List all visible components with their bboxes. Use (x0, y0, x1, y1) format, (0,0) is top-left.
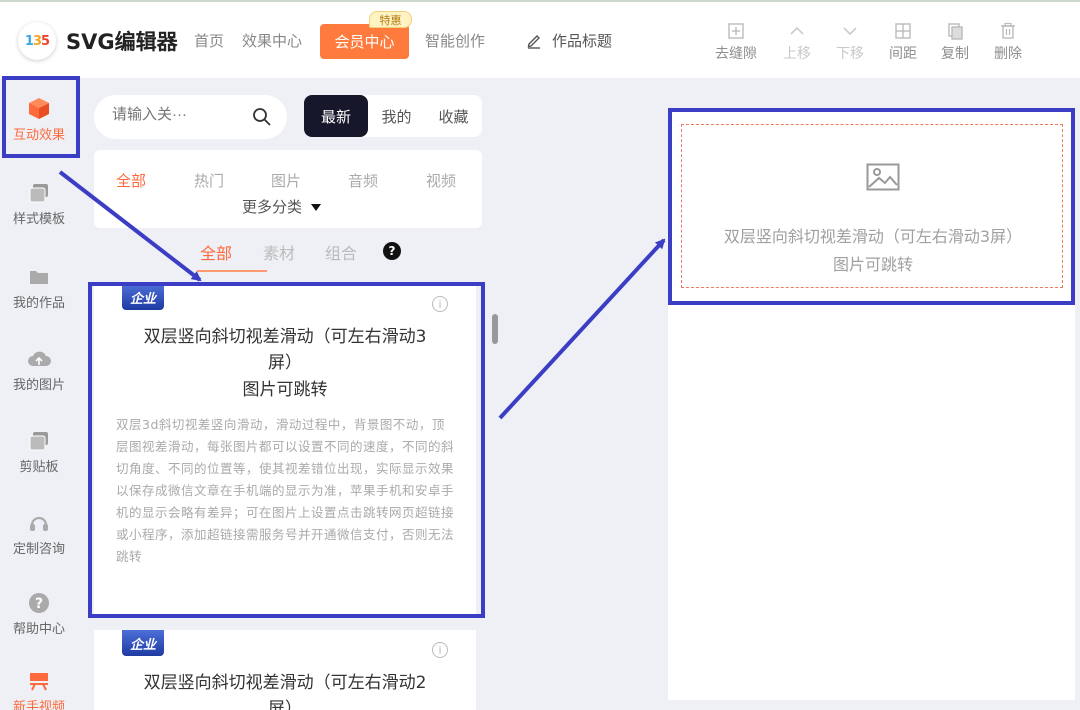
chevron-up-icon (790, 26, 804, 35)
cat-audio[interactable]: 音频 (348, 170, 378, 191)
work-title-label: 作品标题 (552, 32, 613, 50)
move-down-button[interactable]: 下移 (822, 22, 878, 63)
chevron-down-icon (843, 27, 857, 36)
left-sidebar: 互动效果 样式模板 我的作品 我的图片 剪贴板 定制咨询 ? 帮助中心 新手视频 (0, 78, 78, 710)
help-question-icon[interactable]: ? (383, 242, 401, 260)
highlight-box-canvas (668, 108, 1075, 305)
copy-icon (948, 23, 963, 40)
sub-tabs: 全部 素材 组合 ? (94, 230, 482, 272)
more-categories-dropdown[interactable]: 更多分类 (242, 196, 322, 217)
sidebar-item-tutorial-video[interactable]: 新手视频 (0, 670, 78, 710)
work-title-edit[interactable]: 作品标题 (526, 30, 612, 51)
template-icon (29, 184, 48, 203)
vip-discount-badge: 特惠 (369, 11, 412, 28)
seg-latest[interactable]: 最新 (304, 95, 368, 137)
caret-down-icon (311, 203, 322, 211)
nav-vip-button[interactable]: 会员中心 (320, 24, 409, 59)
nav-effects[interactable]: 效果中心 (242, 30, 302, 51)
sidebar-item-templates[interactable]: 样式模板 (0, 182, 78, 227)
info-icon[interactable]: i (432, 642, 448, 658)
top-bar: 135 SVG编辑器 首页 效果中心 会员中心 特惠 智能创作 作品标题 去缝隙… (0, 0, 1080, 78)
highlight-box-sidebar (2, 76, 80, 158)
enterprise-badge: 企业 (122, 630, 164, 656)
search-icon[interactable] (252, 107, 272, 127)
help-icon: ? (29, 593, 49, 613)
copy-button[interactable]: 复制 (927, 22, 983, 63)
search-box (94, 95, 287, 139)
seg-favorites[interactable]: 收藏 (425, 95, 482, 137)
sidebar-item-my-images[interactable]: 我的图片 (0, 348, 78, 393)
cloud-upload-icon (28, 351, 51, 366)
clipboard-icon (29, 432, 48, 451)
cat-image[interactable]: 图片 (271, 170, 301, 191)
active-tab-underline (197, 270, 267, 272)
subtab-combos[interactable]: 组合 (325, 240, 357, 264)
move-up-button[interactable]: 上移 (769, 22, 825, 63)
trash-icon (1001, 22, 1015, 39)
card-title-line: 屏） (268, 699, 302, 710)
delete-button[interactable]: 删除 (980, 22, 1036, 63)
cat-all[interactable]: 全部 (116, 170, 146, 191)
plus-square-icon (728, 23, 744, 39)
panel-scrollbar[interactable] (492, 314, 498, 344)
category-filter: 全部 热门 图片 音频 视频 更多分类 (94, 150, 482, 228)
spacing-button[interactable]: 间距 (875, 22, 931, 63)
app-logo[interactable]: 135 (18, 22, 56, 60)
arrow-card-to-canvas (498, 238, 666, 420)
search-input[interactable] (112, 106, 242, 123)
nav-home[interactable]: 首页 (194, 30, 224, 51)
headset-icon (30, 516, 48, 531)
pencil-icon (527, 34, 540, 49)
nav-smart-create[interactable]: 智能创作 (425, 30, 485, 51)
sidebar-item-consulting[interactable]: 定制咨询 (0, 512, 78, 557)
cat-video[interactable]: 视频 (426, 170, 456, 191)
app-name: SVG编辑器 (66, 30, 178, 54)
effect-card[interactable]: 企业 i 双层竖向斜切视差滑动（可左右滑动2 屏） (94, 630, 476, 710)
sort-segmented-control: 最新 我的 收藏 (304, 95, 482, 137)
subtab-all[interactable]: 全部 (200, 240, 232, 264)
video-icon (30, 673, 48, 691)
remove-gap-button[interactable]: 去缝隙 (708, 22, 764, 63)
highlight-box-card (88, 282, 485, 618)
sidebar-item-help[interactable]: ? 帮助中心 (0, 592, 78, 637)
sidebar-item-clipboard[interactable]: 剪贴板 (0, 430, 78, 475)
svg-text:?: ? (35, 596, 43, 612)
card-title-line: 双层竖向斜切视差滑动（可左右滑动2 (143, 673, 427, 693)
cat-hot[interactable]: 热门 (194, 170, 224, 191)
sidebar-item-my-works[interactable]: 我的作品 (0, 266, 78, 311)
seg-mine[interactable]: 我的 (368, 95, 425, 137)
subtab-materials[interactable]: 素材 (263, 240, 295, 264)
grid-plus-icon (895, 23, 911, 39)
folder-icon (30, 271, 48, 284)
